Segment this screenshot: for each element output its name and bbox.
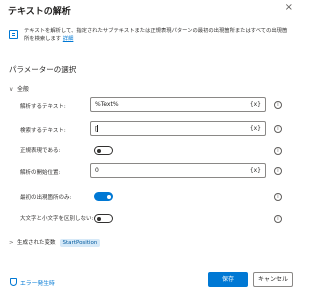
produced-variables-header[interactable]: > 生成された変数 StartPosition	[9, 238, 101, 247]
close-icon[interactable]: ×	[285, 3, 293, 13]
first-occurrence-toggle[interactable]	[94, 192, 113, 201]
details-link[interactable]: 詳細	[63, 36, 74, 42]
ignore-case-toggle[interactable]	[94, 214, 113, 223]
text-to-parse-input[interactable]: %Text% {x}	[90, 97, 266, 112]
on-error-label: エラー発生時	[20, 281, 55, 287]
chevron-right-icon: >	[9, 240, 14, 246]
text-to-parse-value: %Text%	[95, 101, 119, 108]
dialog-title: テキストの解析	[8, 7, 71, 17]
chevron-down-icon: ∨	[9, 86, 14, 93]
toggle-knob	[107, 195, 111, 199]
start-position-label: 解析の開始位置:	[20, 170, 61, 176]
cancel-button[interactable]: キャンセル	[253, 272, 293, 287]
info-icon[interactable]: i	[274, 193, 282, 201]
text-to-find-input[interactable]: [ {x}	[90, 121, 266, 136]
info-icon[interactable]: i	[274, 101, 282, 109]
start-position-input[interactable]: 0 {x}	[90, 163, 266, 178]
save-button[interactable]: 保存	[208, 272, 248, 287]
description: テキストを解析して、指定されたサブテキストまたは正規表現パターンの最初の出現箇所…	[24, 27, 292, 43]
shield-icon	[10, 278, 17, 286]
parse-text-dialog: テキストの解析 × テキストを解析して、指定されたサブテキストまたは正規表現パタ…	[0, 0, 300, 300]
toggle-knob	[97, 149, 101, 153]
text-to-parse-label: 解析するテキスト:	[20, 104, 66, 110]
toggle-knob	[97, 217, 101, 221]
info-icon[interactable]: i	[274, 125, 282, 133]
info-icon[interactable]: i	[274, 147, 282, 155]
is-regex-toggle[interactable]	[94, 146, 113, 155]
group-general-header[interactable]: ∨ 全般	[9, 84, 29, 93]
first-occurrence-label: 最初の出現箇所のみ:	[20, 195, 72, 201]
ignore-case-label: 大文字と小文字を区別しない:	[20, 216, 94, 222]
variable-picker-icon[interactable]: {x}	[250, 125, 261, 132]
group-label: 全般	[17, 86, 30, 93]
is-regex-label: 正規表現である:	[20, 148, 61, 154]
text-to-find-label: 検索するテキスト:	[20, 128, 66, 134]
start-position-value: 0	[95, 167, 99, 174]
section-title: パラメーターの選択	[9, 65, 77, 74]
variable-chip[interactable]: StartPosition	[59, 239, 101, 247]
produced-variables-label: 生成された変数	[17, 240, 56, 246]
info-icon[interactable]: i	[274, 167, 282, 175]
action-icon	[9, 30, 18, 39]
text-to-find-value: [	[95, 126, 98, 133]
on-error-link[interactable]: エラー発生時	[10, 278, 55, 287]
variable-picker-icon[interactable]: {x}	[250, 101, 261, 108]
info-icon[interactable]: i	[274, 215, 282, 223]
variable-picker-icon[interactable]: {x}	[250, 167, 261, 174]
